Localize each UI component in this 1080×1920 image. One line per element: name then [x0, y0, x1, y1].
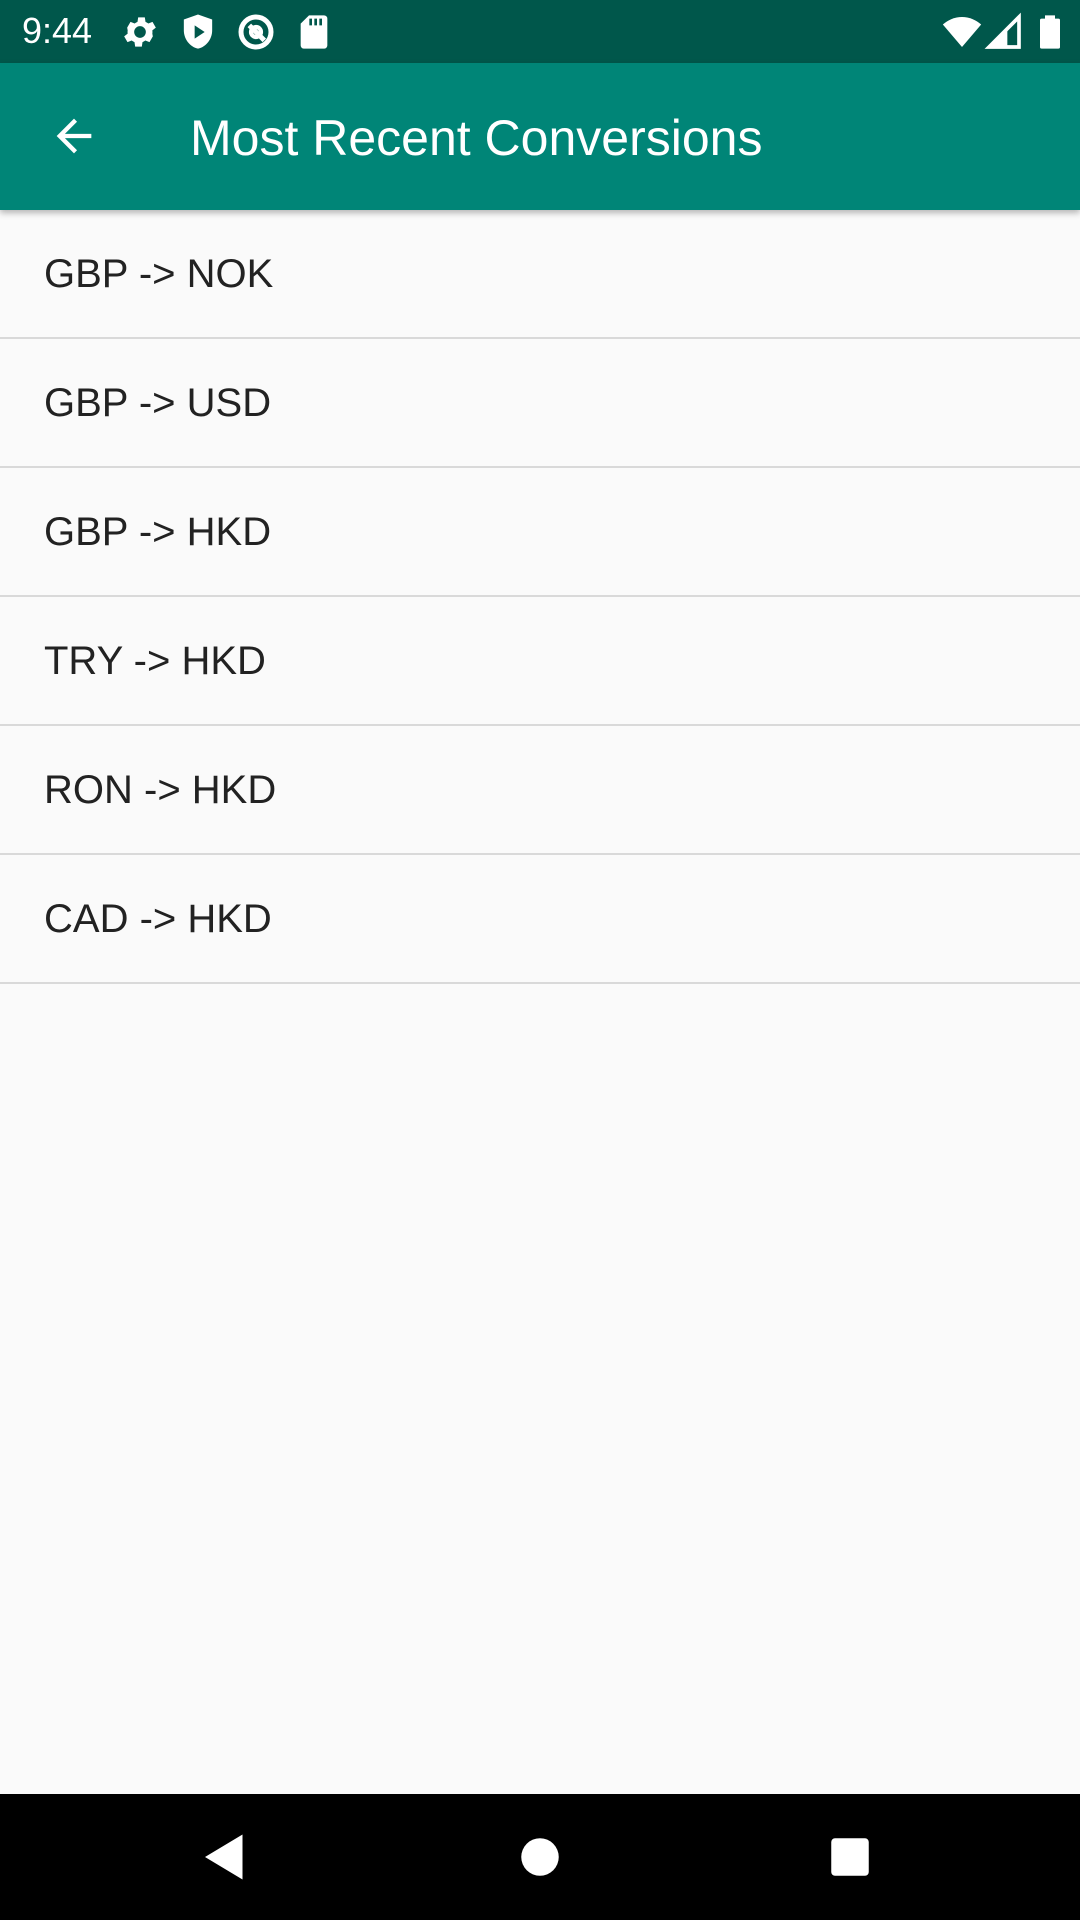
- back-triangle-icon[interactable]: [195, 1827, 255, 1887]
- list-item[interactable]: GBP -> NOK: [0, 210, 1080, 339]
- page-title: Most Recent Conversions: [190, 110, 763, 166]
- shield-play-icon: [183, 14, 213, 49]
- signal-icon: [984, 12, 1021, 49]
- status-bar: 9:44: [0, 0, 1080, 63]
- settings-icon: [124, 17, 156, 47]
- conversion-list: GBP -> NOK GBP -> USD GBP -> HKD TRY -> …: [0, 210, 1080, 984]
- back-button[interactable]: [30, 103, 118, 169]
- list-item-label: GBP -> USD: [44, 380, 272, 425]
- list-item-label: GBP -> NOK: [44, 251, 274, 296]
- list-item[interactable]: GBP -> HKD: [0, 468, 1080, 597]
- battery-icon: [1040, 15, 1060, 49]
- list-item-label: GBP -> HKD: [44, 509, 272, 554]
- list-item-label: CAD -> HKD: [44, 896, 272, 941]
- recents-square-icon[interactable]: [820, 1827, 880, 1887]
- circle-at-icon: [238, 14, 274, 50]
- navigation-bar: [0, 1794, 1080, 1920]
- list-item[interactable]: CAD -> HKD: [0, 855, 1080, 984]
- list-item[interactable]: GBP -> USD: [0, 339, 1080, 468]
- list-item[interactable]: RON -> HKD: [0, 726, 1080, 855]
- list-item[interactable]: TRY -> HKD: [0, 597, 1080, 726]
- status-time: 9:44: [22, 10, 93, 51]
- home-circle-icon[interactable]: [510, 1827, 570, 1887]
- arrow-left-icon: [56, 118, 92, 154]
- list-item-label: TRY -> HKD: [44, 638, 266, 683]
- app-bar: Most Recent Conversions: [0, 63, 1080, 210]
- sd-card-icon: [300, 15, 328, 49]
- wifi-icon: [942, 17, 982, 47]
- list-item-label: RON -> HKD: [44, 767, 277, 812]
